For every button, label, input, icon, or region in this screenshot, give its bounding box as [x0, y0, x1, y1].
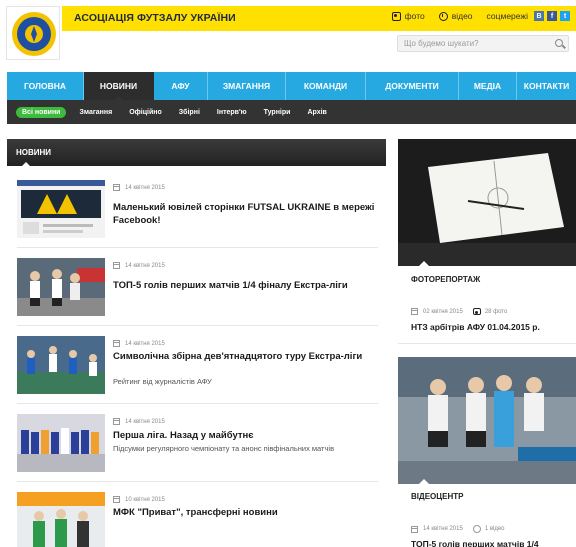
- subnav-competitions[interactable]: Змагання: [79, 109, 112, 116]
- photoreport-image[interactable]: [398, 139, 576, 266]
- news-section-title: НОВИНИ: [16, 148, 52, 157]
- nav-item-documents[interactable]: ДОКУМЕНТИ: [366, 72, 459, 100]
- header-bar: АСОЦІАЦІЯ ФУТЗАЛУ УКРАЇНИ фото відео соц…: [62, 6, 576, 31]
- news-item[interactable]: 14 квітня 2015 Перша ліга. Назад у майбу…: [17, 406, 378, 482]
- nav-item-news[interactable]: НОВИНИ: [84, 72, 154, 100]
- subnav-national-teams[interactable]: Збірні: [179, 109, 200, 116]
- video-link-label: відео: [451, 11, 473, 21]
- calendar-icon: [113, 184, 120, 191]
- videocenter-date: 14 квітня 2015: [423, 526, 463, 532]
- videocenter-title[interactable]: ТОП-5 голів перших матчів 1/4: [411, 539, 539, 547]
- calendar-icon: [411, 308, 418, 315]
- subnav-archive[interactable]: Архів: [307, 109, 326, 116]
- news-date: 14 квітня 2015: [113, 418, 165, 425]
- site-title: АСОЦІАЦІЯ ФУТЗАЛУ УКРАЇНИ: [74, 12, 236, 24]
- news-date-text: 10 квітня 2015: [125, 496, 165, 503]
- news-section-header: НОВИНИ: [7, 139, 386, 167]
- search-input[interactable]: Що будемо шукати?: [397, 35, 569, 52]
- news-item[interactable]: 14 квітня 2015 Символічна збірна дев'ятн…: [17, 328, 378, 404]
- videocenter-image[interactable]: [398, 357, 576, 484]
- main-nav: ГОЛОВНА НОВИНИ АФУ ЗМАГАННЯ КОМАНДИ ДОКУ…: [7, 72, 576, 100]
- subnav-all-news[interactable]: Всі новини: [16, 106, 67, 118]
- videocenter-card[interactable]: ВІДЕОЦЕНТР 14 квітня 2015 1 відео ТОП-5 …: [398, 357, 576, 547]
- subnav-interviews[interactable]: Інтерв'ю: [217, 109, 247, 116]
- site-header: АСОЦІАЦІЯ ФУТЗАЛУ УКРАЇНИ фото відео соц…: [0, 0, 576, 72]
- news-title[interactable]: ТОП-5 голів перших матчів 1/4 фіналу Екс…: [113, 279, 377, 292]
- news-thumbnail[interactable]: [17, 258, 105, 316]
- afu-logo[interactable]: [6, 6, 60, 60]
- news-date: 14 квітня 2015: [113, 262, 165, 269]
- calendar-icon: [113, 262, 120, 269]
- videocenter-meta: 14 квітня 2015 1 відео: [411, 525, 505, 533]
- nav-item-teams[interactable]: КОМАНДИ: [286, 72, 366, 100]
- videocenter-label[interactable]: ВІДЕОЦЕНТР: [411, 492, 463, 501]
- camera-icon: [472, 308, 481, 315]
- news-date-text: 14 квітня 2015: [125, 262, 165, 269]
- news-list: 14 квітня 2015 Маленький ювілей сторінки…: [17, 172, 378, 547]
- news-item[interactable]: 14 квітня 2015 Маленький ювілей сторінки…: [17, 172, 378, 248]
- news-subtitle: Рейтинг від журналістів АФУ: [113, 377, 212, 386]
- card-notch: [418, 261, 430, 267]
- play-icon: [472, 525, 481, 533]
- afu-emblem-icon: [12, 12, 56, 56]
- news-date-text: 14 квітня 2015: [125, 418, 165, 425]
- calendar-icon: [113, 496, 120, 503]
- twitter-icon[interactable]: t: [560, 11, 570, 21]
- news-title[interactable]: Маленький ювілей сторінки FUTSAL UKRAINE…: [113, 201, 377, 227]
- news-title[interactable]: МФК "Приват", трансферні новини: [113, 506, 377, 519]
- photo-link[interactable]: фото: [391, 11, 425, 21]
- news-date-text: 14 квітня 2015: [125, 340, 165, 347]
- card-notch: [418, 479, 430, 485]
- camera-icon: [391, 11, 401, 21]
- news-date: 14 квітня 2015: [113, 184, 165, 191]
- nav-item-home[interactable]: ГОЛОВНА: [7, 72, 84, 100]
- clock-icon: [438, 11, 448, 21]
- photo-link-label: фото: [404, 11, 425, 21]
- top-links: фото відео соцмережі B f t: [378, 11, 570, 21]
- news-title[interactable]: Перша ліга. Назад у майбутнє: [113, 429, 377, 442]
- news-thumbnail[interactable]: [17, 180, 105, 238]
- search-placeholder: Що будемо шукати?: [404, 39, 479, 48]
- facebook-icon[interactable]: f: [547, 11, 557, 21]
- vk-icon[interactable]: B: [534, 11, 544, 21]
- news-thumbnail[interactable]: [17, 492, 105, 547]
- calendar-icon: [113, 340, 120, 347]
- video-link[interactable]: відео: [438, 11, 473, 21]
- photoreport-date: 02 квітня 2015: [423, 308, 463, 315]
- nav-item-media[interactable]: МЕДІА: [459, 72, 517, 100]
- photoreport-title[interactable]: НТЗ арбітрів АФУ 01.04.2015 р.: [411, 322, 540, 332]
- calendar-icon: [113, 418, 120, 425]
- nav-item-afu[interactable]: АФУ: [154, 72, 208, 100]
- news-date-text: 14 квітня 2015: [125, 184, 165, 191]
- news-item[interactable]: 14 квітня 2015 ТОП-5 голів перших матчів…: [17, 250, 378, 326]
- news-subtitle: Підсумки регулярного чемпіонату та анонс…: [113, 444, 335, 453]
- news-title[interactable]: Символічна збірна дев'ятнадцятого туру Е…: [113, 350, 377, 363]
- news-date: 14 квітня 2015: [113, 340, 165, 347]
- news-date: 10 квітня 2015: [113, 496, 165, 503]
- nav-item-competitions[interactable]: ЗМАГАННЯ: [208, 72, 286, 100]
- news-item[interactable]: 10 квітня 2015 МФК "Приват", трансферні …: [17, 484, 378, 547]
- photoreport-count: 28 фото: [484, 308, 508, 315]
- calendar-icon: [411, 525, 418, 533]
- photoreport-label[interactable]: ФОТОРЕПОРТАЖ: [411, 275, 480, 284]
- subnav-tournaments[interactable]: Турніри: [264, 109, 291, 116]
- social-links: соцмережі B f t: [487, 11, 570, 21]
- news-thumbnail[interactable]: [17, 336, 105, 394]
- photoreport-meta: 02 квітня 2015 28 фото: [411, 308, 507, 315]
- news-thumbnail[interactable]: [17, 414, 105, 472]
- photoreport-card[interactable]: ФОТОРЕПОРТАЖ 02 квітня 2015 28 фото НТЗ …: [398, 139, 576, 344]
- social-label: соцмережі: [486, 11, 528, 21]
- search-icon[interactable]: [555, 39, 563, 47]
- subnav-official[interactable]: Офіційно: [129, 109, 162, 116]
- nav-item-contacts[interactable]: КОНТАКТИ: [517, 72, 576, 100]
- news-subnav: Всі новини Змагання Офіційно Збірні Інте…: [7, 100, 576, 124]
- videocenter-count: 1 відео: [484, 526, 505, 532]
